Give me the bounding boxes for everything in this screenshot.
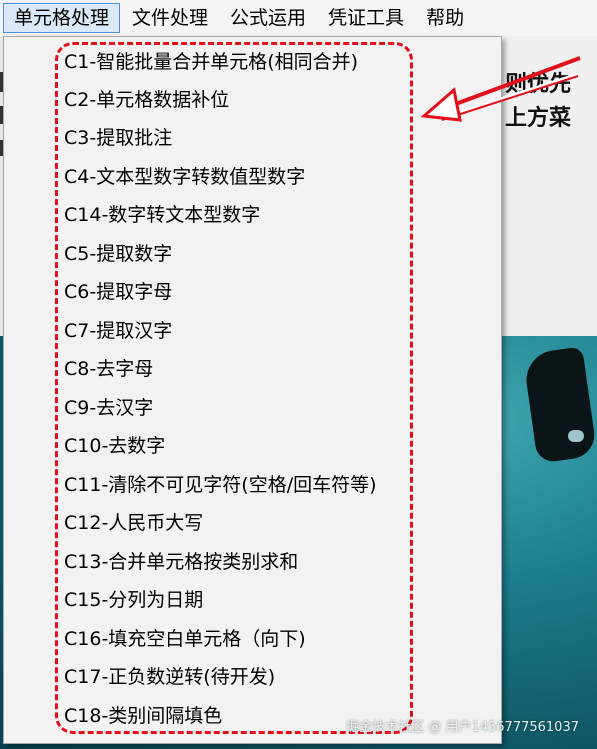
menu-item-c11[interactable]: C11-清除不可见字符(空格/回车符等) — [64, 468, 377, 502]
watermark-text: 掘金技术社区 @ 用户1456777561037 — [346, 720, 579, 735]
menu-cell-processing[interactable]: 单元格处理 — [3, 3, 121, 33]
menu-item-c12[interactable]: C12-人民币大写 — [64, 506, 203, 540]
background-text-line: 则优先 — [505, 72, 572, 97]
menu-item-c16[interactable]: C16-填充空白单元格（向下) — [64, 622, 306, 656]
menu-item-c9[interactable]: C9-去汉字 — [64, 391, 153, 425]
menu-item-c17[interactable]: C17-正负数逆转(待开发) — [64, 660, 275, 694]
menu-item-c10[interactable]: C10-去数字 — [64, 429, 165, 463]
background-text-line: 上方菜 — [505, 106, 572, 131]
diver-hand — [568, 430, 584, 442]
cell-processing-dropdown: C1-智能批量合并单元格(相同合并) C2-单元格数据补位 C3-提取批注 C4… — [3, 36, 502, 744]
menu-file-processing[interactable]: 文件处理 — [122, 3, 218, 33]
menu-help[interactable]: 帮助 — [416, 3, 474, 33]
menu-item-c4[interactable]: C4-文本型数字转数值型数字 — [64, 160, 305, 194]
menu-item-c3[interactable]: C3-提取批注 — [64, 121, 172, 155]
menu-formula-usage[interactable]: 公式运用 — [220, 3, 316, 33]
menu-item-c7[interactable]: C7-提取汉字 — [64, 314, 172, 348]
menu-voucher-tools[interactable]: 凭证工具 — [318, 3, 414, 33]
menu-item-c2[interactable]: C2-单元格数据补位 — [64, 83, 229, 117]
menu-item-c6[interactable]: C6-提取字母 — [64, 275, 172, 309]
background-text: 则优先 上方菜 — [505, 68, 575, 136]
menu-item-c8[interactable]: C8-去字母 — [64, 352, 153, 386]
menu-item-c14[interactable]: C14-数字转文本型数字 — [64, 198, 260, 232]
menu-item-c1[interactable]: C1-智能批量合并单元格(相同合并) — [64, 45, 358, 79]
menu-bar: 单元格处理 文件处理 公式运用 凭证工具 帮助 — [0, 0, 597, 36]
menu-item-c13[interactable]: C13-合并单元格按类别求和 — [64, 545, 298, 579]
menu-item-c15[interactable]: C15-分列为日期 — [64, 583, 203, 617]
menu-item-c5[interactable]: C5-提取数字 — [64, 237, 172, 271]
menu-item-c18[interactable]: C18-类别间隔填色 — [64, 699, 222, 733]
